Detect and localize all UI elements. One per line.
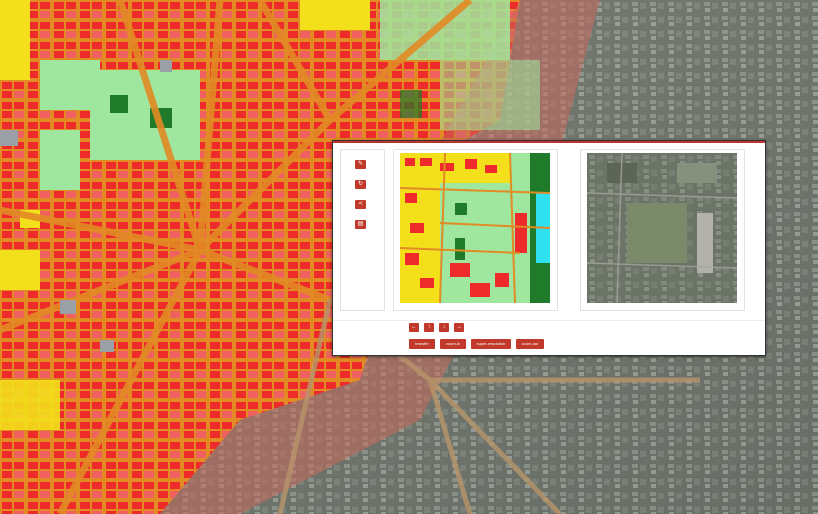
map-image xyxy=(400,153,550,303)
arrow-right-button[interactable]: → xyxy=(454,323,464,332)
output-satellite-image[interactable] xyxy=(580,149,745,311)
input-map-image[interactable] xyxy=(393,149,558,311)
super-resolution-button[interactable]: super-resolution xyxy=(471,339,511,349)
share-icon[interactable]: ≺ xyxy=(355,200,366,209)
zoom-out-button[interactable]: zoom-out xyxy=(516,339,544,349)
refresh-icon[interactable]: ↻ xyxy=(355,180,366,189)
arrow-left-button[interactable]: ← xyxy=(409,323,419,332)
zoom-in-button[interactable]: zoom-in xyxy=(440,339,466,349)
edit-icon[interactable]: ✎ xyxy=(355,160,366,169)
panel-top-border xyxy=(333,141,765,143)
arrow-down-button[interactable]: ↓ xyxy=(439,323,449,332)
transfer-button[interactable]: transfer xyxy=(409,339,435,349)
image-translation-panel: ✎ ↻ ≺ ▤ ← ↑ ↓ → transfer zoom-in super-r… xyxy=(332,140,766,356)
satellite-image xyxy=(587,153,737,303)
arrow-up-button[interactable]: ↑ xyxy=(424,323,434,332)
toolbar: ✎ ↻ ≺ ▤ xyxy=(340,149,385,311)
panel-divider xyxy=(333,320,765,321)
save-icon[interactable]: ▤ xyxy=(355,220,366,229)
